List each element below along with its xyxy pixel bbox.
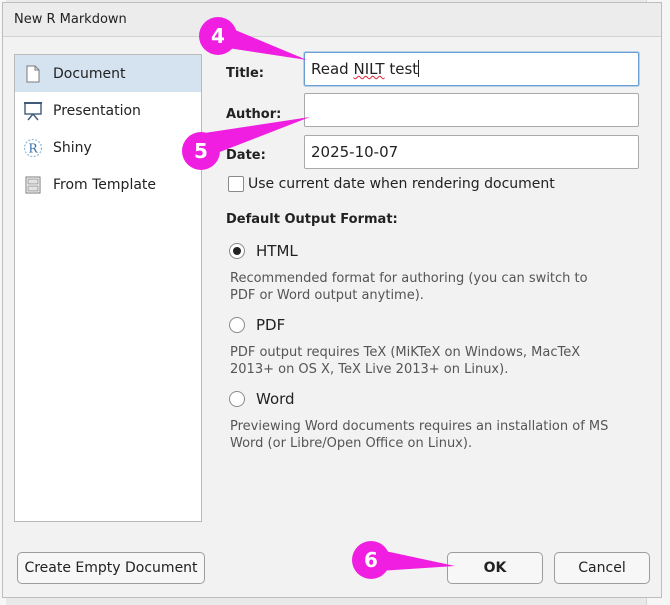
radio-word[interactable] bbox=[229, 391, 245, 407]
radio-html[interactable] bbox=[229, 243, 245, 259]
title-input-misspelled-word: NILT bbox=[353, 60, 385, 78]
use-current-date-checkbox[interactable] bbox=[228, 176, 244, 192]
shiny-r-icon: R bbox=[23, 138, 43, 158]
pdf-description: PDF output requires TeX (MiKTeX on Windo… bbox=[230, 344, 630, 378]
dialog-title: New R Markdown bbox=[3, 3, 661, 37]
svg-text:R: R bbox=[28, 141, 38, 155]
radio-word-label: Word bbox=[256, 390, 295, 408]
sidebar-item-label: Shiny bbox=[53, 139, 92, 156]
date-input[interactable] bbox=[304, 135, 639, 169]
radio-pdf[interactable] bbox=[229, 317, 245, 333]
title-input-text-suffix: test bbox=[384, 60, 419, 78]
title-input[interactable]: Read NILT test bbox=[304, 52, 639, 86]
author-label: Author: bbox=[226, 107, 282, 122]
sidebar-item-label: Presentation bbox=[53, 102, 141, 119]
sidebar-item-label: Document bbox=[53, 65, 126, 82]
text-cursor bbox=[418, 60, 420, 77]
sidebar-item-from-template[interactable]: From Template bbox=[15, 166, 201, 203]
title-input-text-prefix: Read bbox=[311, 60, 354, 78]
html-description: Recommended format for authoring (you ca… bbox=[230, 270, 630, 304]
template-type-list: Document Presentation R Shiny From Templ… bbox=[14, 54, 202, 522]
document-icon bbox=[23, 64, 43, 84]
radio-html-label: HTML bbox=[256, 242, 298, 260]
sidebar-item-label: From Template bbox=[53, 176, 157, 193]
pdf-description-line1: PDF output requires TeX (MiKTeX on Windo… bbox=[230, 345, 581, 360]
word-description-line1: Previewing Word documents requires an in… bbox=[230, 419, 609, 434]
sidebar-item-shiny[interactable]: R Shiny bbox=[15, 129, 201, 166]
output-format-heading: Default Output Format: bbox=[226, 212, 398, 227]
template-icon bbox=[23, 175, 43, 195]
create-empty-document-button[interactable]: Create Empty Document bbox=[17, 552, 205, 584]
ok-button[interactable]: OK bbox=[447, 552, 543, 584]
sidebar-item-presentation[interactable]: Presentation bbox=[15, 92, 201, 129]
html-description-line1: Recommended format for authoring (you ca… bbox=[230, 271, 588, 286]
sidebar-item-document[interactable]: Document bbox=[15, 55, 201, 92]
presentation-icon bbox=[23, 101, 43, 121]
date-label: Date: bbox=[226, 148, 266, 163]
use-current-date-label: Use current date when rendering document bbox=[248, 176, 555, 192]
author-input[interactable] bbox=[304, 93, 639, 127]
word-description: Previewing Word documents requires an in… bbox=[230, 418, 630, 452]
radio-pdf-label: PDF bbox=[256, 316, 286, 334]
html-description-line2: PDF or Word output anytime). bbox=[230, 288, 424, 303]
title-label: Title: bbox=[226, 66, 265, 81]
pdf-description-line2: 2013+ on OS X, TeX Live 2013+ on Linux). bbox=[230, 362, 509, 377]
cancel-button[interactable]: Cancel bbox=[554, 552, 650, 584]
word-description-line2: Word (or Libre/Open Office on Linux). bbox=[230, 436, 473, 451]
